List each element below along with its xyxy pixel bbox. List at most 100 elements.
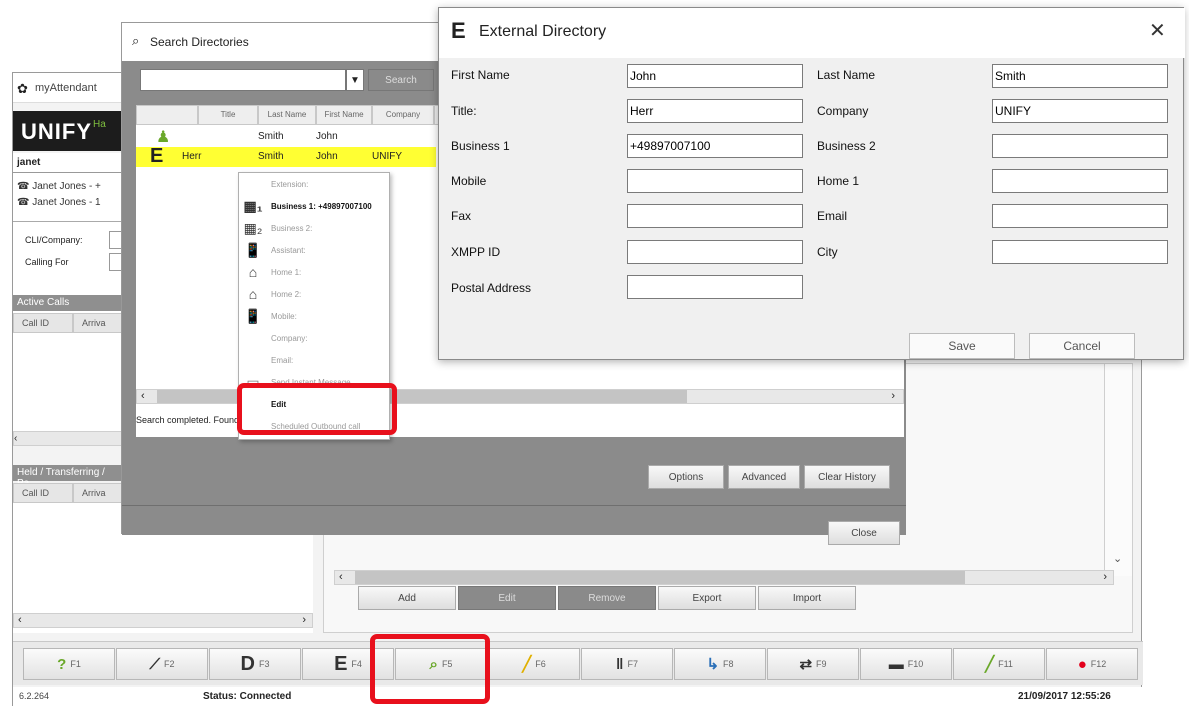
scroll-right-icon[interactable]: › bbox=[1103, 571, 1107, 583]
f6-answer-button[interactable]: ╱ F6 bbox=[488, 648, 580, 680]
menu-item-home1[interactable]: ⌂ Home 1: bbox=[239, 261, 391, 283]
scroll-left-icon[interactable]: ‹ bbox=[339, 571, 343, 583]
email-input[interactable] bbox=[992, 204, 1168, 228]
home1-label: Home 1 bbox=[817, 174, 860, 188]
close-button[interactable]: Close bbox=[828, 521, 900, 545]
postal-address-input[interactable] bbox=[627, 275, 803, 299]
active-calls-panel: Call ID Arriva ‹ bbox=[13, 313, 123, 446]
divider bbox=[13, 221, 123, 222]
col-last-name[interactable]: Last Name bbox=[258, 105, 316, 125]
business1-input[interactable] bbox=[627, 134, 803, 158]
business2-icon: ▦₂ bbox=[243, 219, 263, 236]
options-button[interactable]: Options bbox=[648, 465, 724, 489]
camp-icon: ▬ bbox=[888, 655, 904, 673]
col-arrival[interactable]: Arriva bbox=[73, 483, 123, 503]
external-directory-title: External Directory bbox=[479, 23, 607, 40]
app-logo-icon: ✿ bbox=[17, 81, 28, 96]
mobile-label: Mobile bbox=[451, 174, 487, 188]
external-directory-dialog: E External Directory ✕ First Name Title:… bbox=[438, 7, 1185, 360]
record-icon: ● bbox=[1077, 655, 1087, 673]
f1-help-button[interactable]: ? F1 bbox=[23, 648, 115, 680]
first-name-input[interactable] bbox=[627, 64, 803, 88]
connection-status: Status: Connected bbox=[203, 691, 292, 702]
title-input[interactable] bbox=[627, 99, 803, 123]
f2-settings-button[interactable]: ⟋ F2 bbox=[116, 648, 208, 680]
scroll-left-icon[interactable]: ‹ bbox=[14, 433, 17, 444]
directory-hscroll[interactable]: ‹ › bbox=[334, 570, 1114, 585]
unify-logo: UNIFY bbox=[21, 119, 92, 144]
col-title[interactable]: Title bbox=[198, 105, 258, 125]
line-item[interactable]: ☎ Janet Jones - + bbox=[17, 181, 101, 192]
scroll-left-icon[interactable]: ‹ bbox=[18, 614, 22, 626]
xmpp-id-input[interactable] bbox=[627, 240, 803, 264]
f11-release-button[interactable]: ╱ F11 bbox=[953, 648, 1045, 680]
f12-record-button[interactable]: ● F12 bbox=[1046, 648, 1138, 680]
line-item[interactable]: ☎ Janet Jones - 1 bbox=[17, 197, 101, 208]
mobile-input[interactable] bbox=[627, 169, 803, 193]
scroll-right-icon[interactable]: › bbox=[302, 614, 306, 626]
table-row-selected[interactable]: E Herr Smith John UNIFY bbox=[136, 145, 436, 167]
scroll-right-icon[interactable]: › bbox=[891, 390, 895, 402]
clear-history-button[interactable]: Clear History bbox=[804, 465, 890, 489]
col-company[interactable]: Company bbox=[372, 105, 434, 125]
external-directory-titlebar: E External Directory ✕ bbox=[439, 8, 1185, 58]
col-arrival[interactable]: Arriva bbox=[73, 313, 123, 333]
col-first-name[interactable]: First Name bbox=[316, 105, 372, 125]
add-button[interactable]: Add bbox=[358, 586, 456, 610]
menu-item-assistant[interactable]: 📱 Assistant: bbox=[239, 239, 391, 261]
wrench-icon: ⟋ bbox=[149, 655, 160, 673]
scroll-thumb[interactable] bbox=[355, 571, 965, 584]
active-calls-scrollbar[interactable]: ‹ bbox=[13, 431, 123, 446]
title-label: Title: bbox=[451, 104, 477, 118]
table-row[interactable]: ♟ Smith John bbox=[136, 127, 436, 147]
menu-item-company[interactable]: Company: bbox=[239, 327, 391, 349]
held-calls-scrollbar[interactable]: ‹ › bbox=[13, 613, 313, 628]
search-button[interactable]: Search bbox=[368, 69, 434, 91]
scroll-down-icon[interactable]: ⌄ bbox=[1113, 552, 1122, 565]
scroll-left-icon[interactable]: ‹ bbox=[141, 390, 145, 402]
company-label: Company bbox=[817, 104, 869, 118]
chevron-down-icon[interactable]: ▼ bbox=[346, 69, 364, 91]
transfer-icon: ↳ bbox=[706, 656, 720, 673]
menu-item-extension[interactable]: Extension: bbox=[239, 173, 391, 195]
company-input[interactable] bbox=[992, 99, 1168, 123]
f9-swap-button[interactable]: ⇄ F9 bbox=[767, 648, 859, 680]
city-input[interactable] bbox=[992, 240, 1168, 264]
remove-button[interactable]: Remove bbox=[558, 586, 656, 610]
business2-input[interactable] bbox=[992, 134, 1168, 158]
email-label: Email bbox=[817, 209, 848, 223]
f5-highlight-box bbox=[370, 634, 490, 704]
pause-icon: ‖ bbox=[616, 655, 624, 673]
menu-item-email[interactable]: Email: bbox=[239, 349, 391, 371]
app-title: myAttendant bbox=[35, 82, 97, 94]
import-button[interactable]: Import bbox=[758, 586, 856, 610]
business1-label: Business 1 bbox=[451, 139, 510, 153]
save-button[interactable]: Save bbox=[909, 333, 1015, 359]
edit-highlight-box bbox=[237, 383, 397, 435]
col-type[interactable] bbox=[136, 105, 198, 125]
fax-input[interactable] bbox=[627, 204, 803, 228]
menu-item-mobile[interactable]: 📱 Mobile: bbox=[239, 305, 391, 327]
f3-internal-directory-button[interactable]: D F3 bbox=[209, 648, 301, 680]
menu-item-business1[interactable]: ▦₁ Business 1: +49897007100 bbox=[239, 195, 391, 217]
menu-item-business2[interactable]: ▦₂ Business 2: bbox=[239, 217, 391, 239]
col-call-id[interactable]: Call ID bbox=[13, 313, 73, 333]
export-button[interactable]: Export bbox=[658, 586, 756, 610]
business1-icon: ▦₁ bbox=[243, 197, 263, 214]
f8-transfer-button[interactable]: ↳ F8 bbox=[674, 648, 766, 680]
close-icon[interactable]: ✕ bbox=[1149, 18, 1166, 43]
f10-camp-button[interactable]: ▬ F10 bbox=[860, 648, 952, 680]
search-combo-input[interactable] bbox=[140, 69, 346, 91]
advanced-button[interactable]: Advanced bbox=[728, 465, 800, 489]
handset-icon: ╱ bbox=[985, 656, 995, 673]
edit-button[interactable]: Edit bbox=[458, 586, 556, 610]
directory-vscroll[interactable]: ⌄ bbox=[1104, 364, 1132, 576]
cancel-button[interactable]: Cancel bbox=[1029, 333, 1135, 359]
external-directory-icon: E bbox=[334, 652, 348, 675]
home1-input[interactable] bbox=[992, 169, 1168, 193]
menu-item-home2[interactable]: ⌂ Home 2: bbox=[239, 283, 391, 305]
col-call-id[interactable]: Call ID bbox=[13, 483, 73, 503]
f7-hold-button[interactable]: ‖ F7 bbox=[581, 648, 673, 680]
function-key-bar: ? F1 ⟋ F2 D F3 E F4 ⌕ F5 ╱ F6 ‖ F7 ↳ F8 ⇄ F9 ▬ F10… bbox=[13, 641, 1143, 685]
last-name-input[interactable] bbox=[992, 64, 1168, 88]
